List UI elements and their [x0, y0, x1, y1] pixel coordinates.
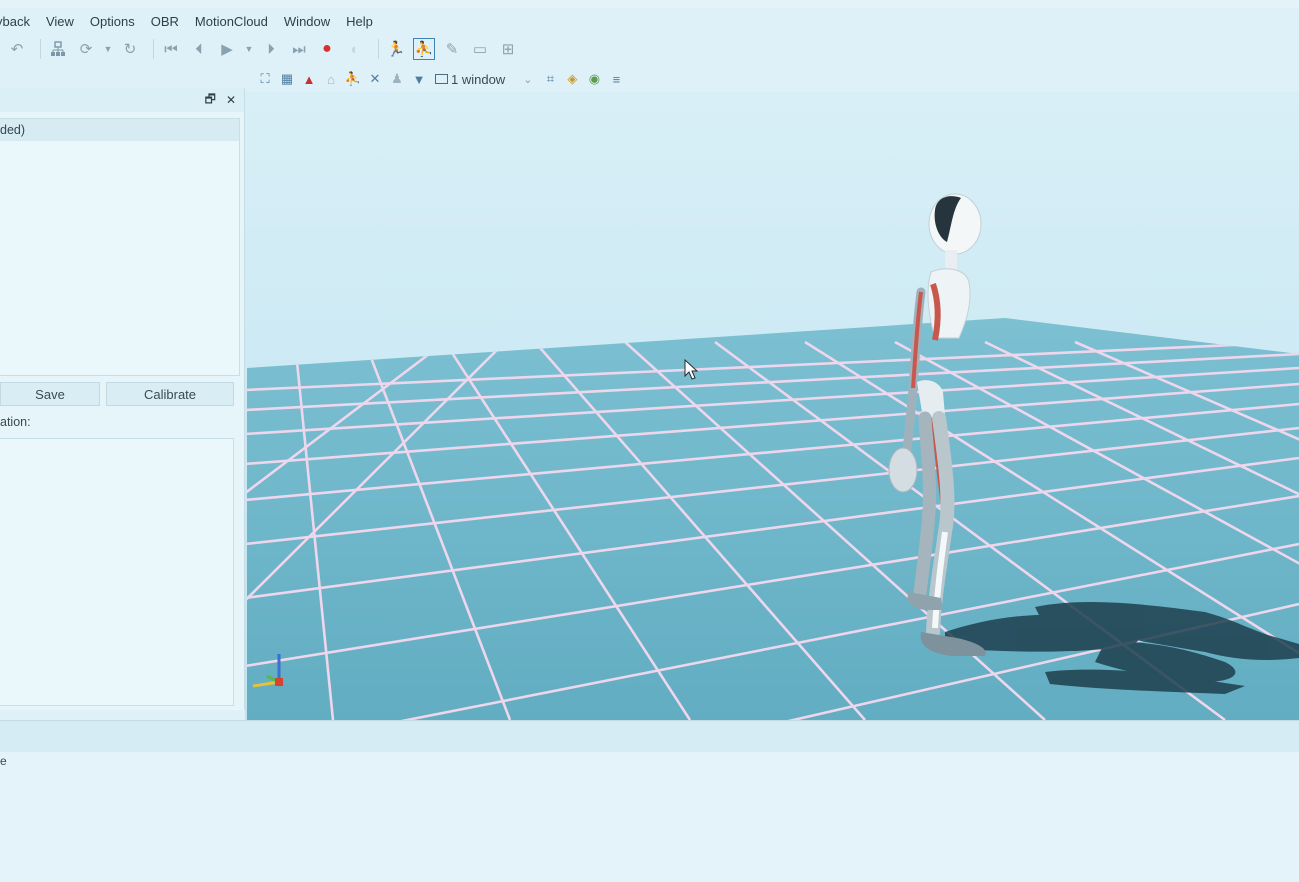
- grid-toggle-icon[interactable]: ▦: [277, 69, 297, 89]
- menu-lines-icon[interactable]: ≡: [606, 69, 626, 89]
- information-label: ation:: [0, 415, 31, 429]
- skeleton-icon[interactable]: 🏃: [385, 38, 407, 60]
- skip-end-icon[interactable]: ⏭: [288, 38, 310, 60]
- toolbar-separator: [153, 39, 154, 59]
- toolbar-separator: [378, 39, 379, 59]
- bone-icon[interactable]: ✕: [365, 69, 385, 89]
- step-back-icon[interactable]: ⏴: [188, 38, 210, 60]
- menu-obr[interactable]: OBR: [151, 14, 179, 29]
- scene-canvas[interactable]: [245, 92, 1299, 720]
- save-button[interactable]: Save: [0, 382, 100, 406]
- menu-window[interactable]: Window: [284, 14, 330, 29]
- bottom-fragment-text: e: [0, 754, 7, 768]
- filter-icon[interactable]: ▼: [409, 69, 429, 89]
- main-toolbar: ↶ ⟳ ▼ ↻ ⏮ ⏴ ▶ ▼ ⏵ ⏭ ● ◐ 🏃 ⛹ ✎ ▭ ⊞: [0, 34, 1299, 64]
- chevron-down-icon: ⌄: [523, 73, 533, 86]
- calibrate-button[interactable]: Calibrate: [106, 382, 234, 406]
- skeleton-active-icon[interactable]: ⛹: [413, 38, 435, 60]
- marker-icon[interactable]: ▲: [299, 69, 319, 89]
- close-icon[interactable]: ✕: [226, 93, 236, 107]
- undo-icon[interactable]: ↶: [6, 38, 28, 60]
- stop-icon[interactable]: ◐: [344, 38, 366, 60]
- step-forward-icon[interactable]: ⏵: [260, 38, 282, 60]
- viewport-toolbar: ⛶ ▦ ▲ ⌂ ⛹ ✕ ♟ ▼ 1 window ⌄ ⌗ ◈ ◉ ≡: [255, 66, 1299, 92]
- 3d-viewport[interactable]: [245, 92, 1299, 720]
- title-bar: [0, 0, 1299, 8]
- network-icon[interactable]: [47, 38, 69, 60]
- person-icon[interactable]: ♟: [387, 69, 407, 89]
- menu-view[interactable]: View: [46, 14, 74, 29]
- palette-icon[interactable]: ◈: [562, 69, 582, 89]
- panel-button-row: Save Calibrate: [0, 382, 240, 406]
- information-box[interactable]: [0, 438, 234, 706]
- menu-bar: yback View Options OBR MotionCloud Windo…: [0, 8, 1299, 34]
- refresh-icon[interactable]: ↻: [119, 38, 141, 60]
- window-layout-select[interactable]: 1 window ⌄: [435, 72, 532, 87]
- skip-start-icon[interactable]: ⏮: [160, 38, 182, 60]
- menu-help[interactable]: Help: [346, 14, 373, 29]
- sync-icon[interactable]: ⟳: [75, 38, 97, 60]
- menu-motioncloud[interactable]: MotionCloud: [195, 14, 268, 29]
- toolbar-separator: [40, 39, 41, 59]
- fit-view-icon[interactable]: ⛶: [255, 69, 275, 89]
- bottom-panel: e: [0, 752, 1299, 882]
- window-icon: [435, 74, 448, 84]
- frame-icon[interactable]: ▭: [469, 38, 491, 60]
- chart-icon[interactable]: ⌗: [540, 69, 560, 89]
- actor-icon[interactable]: ⛹: [343, 69, 363, 89]
- list-header: ded): [0, 119, 239, 141]
- device-list[interactable]: ded): [0, 118, 240, 376]
- restore-icon[interactable]: 🗗: [205, 90, 216, 111]
- chevron-down-icon[interactable]: ▼: [244, 38, 254, 60]
- image-icon[interactable]: ◉: [584, 69, 604, 89]
- menu-playback[interactable]: yback: [0, 14, 30, 29]
- grid-icon[interactable]: ⊞: [497, 38, 519, 60]
- menu-options[interactable]: Options: [90, 14, 135, 29]
- camera-icon[interactable]: ⌂: [321, 69, 341, 89]
- play-icon[interactable]: ▶: [216, 38, 238, 60]
- panel-header: 🗗 ✕: [0, 88, 244, 112]
- window-layout-label: 1 window: [451, 71, 506, 87]
- chevron-down-icon[interactable]: ▼: [103, 38, 113, 60]
- status-bar: [0, 720, 1299, 752]
- side-panel: 🗗 ✕ ded) Save Calibrate ation:: [0, 88, 245, 710]
- record-icon[interactable]: ●: [316, 38, 338, 60]
- pencil-icon[interactable]: ✎: [441, 38, 463, 60]
